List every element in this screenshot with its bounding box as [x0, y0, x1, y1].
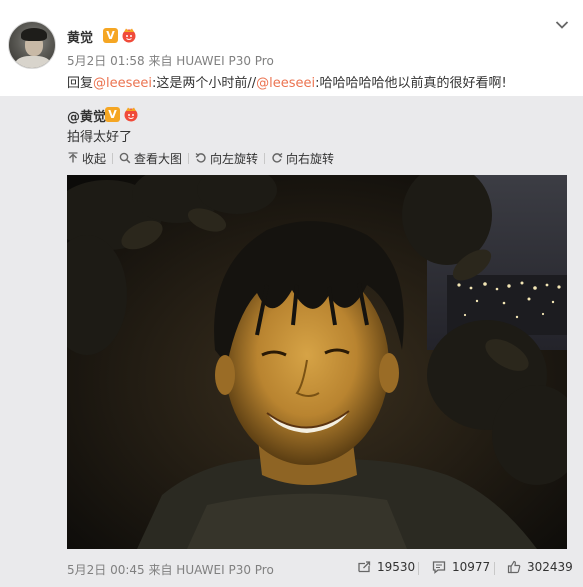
view-large-button[interactable]: 查看大图: [119, 150, 182, 166]
repost-author[interactable]: @黄觉: [67, 106, 106, 125]
comment-count: 10977: [452, 560, 491, 574]
view-large-label: 查看大图: [134, 151, 183, 166]
verified-badge-icon: V: [103, 28, 118, 43]
rotate-left-button[interactable]: 向左旋转: [195, 150, 258, 166]
post-meta: 5月2日 01:58 来自 HUAWEI P30 Pro: [67, 54, 274, 68]
search-icon: [119, 152, 131, 164]
rotate-right-button[interactable]: 向右旋转: [271, 150, 334, 166]
reply-text: :这是两个小时前//: [152, 76, 257, 91]
repost-count: 19530: [377, 560, 416, 574]
rotate-left-icon: [195, 153, 206, 163]
toolbar-divider: [188, 152, 190, 164]
image-toolbar: 收起 查看大图 向左旋转 向右旋转: [67, 150, 334, 166]
like-count: 302439: [527, 560, 573, 574]
repost-button[interactable]: 19530: [357, 560, 415, 574]
collapse-icon: [68, 152, 78, 163]
rotate-right-label: 向右旋转: [286, 151, 335, 166]
like-icon: [507, 560, 521, 574]
repost-meta: 5月2日 00:45 来自 HUAWEI P30 Pro: [67, 563, 274, 577]
collapse-button[interactable]: 收起: [67, 150, 106, 166]
toolbar-divider: [264, 152, 266, 164]
verified-badge-icon: V: [105, 107, 120, 122]
rotate-right-icon: [272, 153, 283, 163]
comment-icon: [432, 561, 446, 574]
crown-badge-icon: [122, 28, 136, 43]
quoted-text: :哈哈哈哈哈他以前真的很好看啊!: [315, 76, 507, 91]
post-author-name[interactable]: 黄觉: [67, 27, 93, 46]
comment-button[interactable]: 10977: [432, 560, 490, 574]
rotate-left-label: 向左旋转: [210, 151, 259, 166]
like-button[interactable]: 302439: [507, 560, 573, 574]
post-text: 回复@leeseei:这是两个小时前//@leeseei:哈哈哈哈哈他以前真的很…: [67, 72, 507, 91]
reply-prefix: 回复: [67, 76, 94, 91]
toolbar-divider: [112, 152, 114, 164]
repost-icon: [358, 561, 371, 573]
post-photo[interactable]: [67, 175, 567, 549]
mention-link[interactable]: @leeseei: [256, 76, 315, 91]
avatar[interactable]: [8, 21, 56, 69]
collapse-label: 收起: [82, 151, 107, 166]
stat-divider: [418, 562, 419, 575]
stat-divider: [494, 562, 495, 575]
chevron-down-icon[interactable]: [555, 20, 569, 30]
repost-text: 拍得太好了: [67, 130, 133, 145]
crown-badge-icon: [124, 107, 138, 122]
mention-link[interactable]: @leeseei: [93, 76, 152, 91]
